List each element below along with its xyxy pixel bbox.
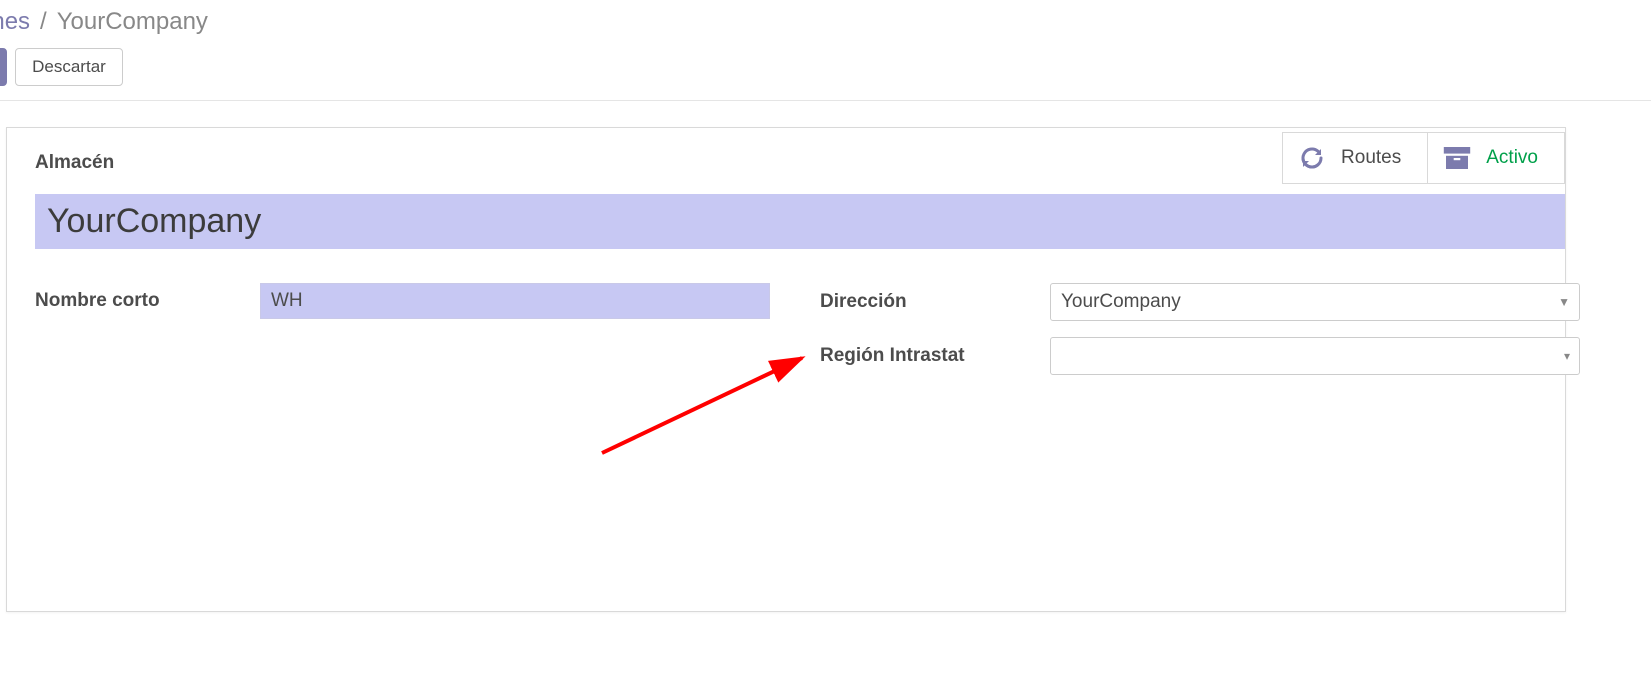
breadcrumb-parent[interactable]: enes <box>0 8 30 36</box>
action-bar: ar Descartar <box>0 48 1651 86</box>
form-sheet: Routes Activo Almacén Nombre corto <box>6 127 1566 612</box>
archive-icon <box>1442 145 1472 171</box>
shortname-label: Nombre corto <box>35 290 260 312</box>
routes-button[interactable]: Routes <box>1282 132 1428 184</box>
divider <box>0 100 1651 101</box>
breadcrumb-separator: / <box>40 8 47 36</box>
save-button[interactable]: ar <box>0 48 7 86</box>
intrastat-select[interactable]: ▾ <box>1050 337 1580 375</box>
intrastat-label: Región Intrastat <box>820 345 1050 367</box>
caret-down-icon: ▾ <box>1564 349 1570 363</box>
active-label: Activo <box>1486 147 1538 169</box>
stat-buttons: Routes Activo <box>1282 132 1565 184</box>
address-select[interactable]: YourCompany ▼ <box>1050 283 1580 321</box>
refresh-icon <box>1297 145 1327 171</box>
discard-button[interactable]: Descartar <box>15 48 123 86</box>
warehouse-name-input[interactable] <box>35 194 1565 249</box>
breadcrumb-current: YourCompany <box>57 8 208 36</box>
shortname-input[interactable] <box>260 283 770 319</box>
active-button[interactable]: Activo <box>1428 132 1565 184</box>
address-value: YourCompany <box>1061 291 1181 313</box>
routes-label: Routes <box>1341 147 1401 169</box>
address-label: Dirección <box>820 291 1050 313</box>
breadcrumb: enes / YourCompany <box>0 0 1651 48</box>
caret-down-icon: ▼ <box>1558 295 1570 309</box>
right-column: Dirección YourCompany ▼ Región Intrastat… <box>820 283 1580 391</box>
left-column: Nombre corto <box>35 283 770 391</box>
